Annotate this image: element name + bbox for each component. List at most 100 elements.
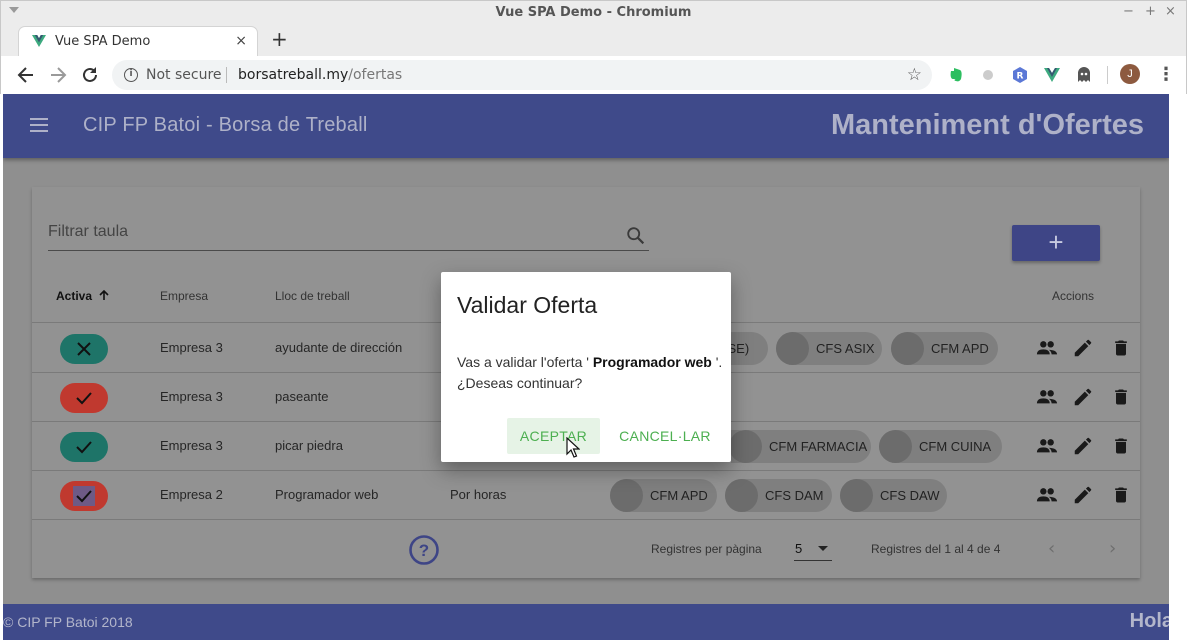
cicle-chip-label: CFS ASIX [816,341,875,356]
window-titlebar: Vue SPA Demo - Chromium − + × [0,0,1187,24]
active-toggle[interactable] [60,432,108,462]
next-page-icon[interactable]: › [1109,538,1116,559]
browser-toolbar: i Not secure borsatreball.my/ofertas ☆ R [0,56,1187,94]
profile-avatar[interactable]: J [1120,64,1140,84]
active-toggle[interactable] [60,383,108,413]
lloc-cell: Programador web [275,487,379,502]
students-icon[interactable] [1035,386,1059,408]
prev-page-icon[interactable]: ‹ [1048,538,1055,559]
mouse-cursor-icon [566,437,580,458]
close-window-button[interactable]: × [1165,4,1176,19]
forward-arrow-icon[interactable] [47,64,69,86]
dropdown-caret-icon [818,546,828,551]
cancel-button[interactable]: CANCEL·LAR [617,418,713,454]
security-status: Not secure [146,67,222,83]
url-host: borsatreball.my [238,67,349,83]
empresa-cell: Empresa 3 [160,438,223,453]
maximize-button[interactable]: + [1145,4,1156,19]
back-arrow-icon[interactable] [15,64,37,86]
students-icon[interactable] [1035,337,1059,359]
help-icon[interactable]: ? [408,534,440,566]
page-title: Manteniment d'Ofertes [830,109,1144,141]
reload-icon[interactable] [79,64,101,86]
bookmark-star-icon[interactable]: ☆ [907,65,922,85]
column-accions: Accions [1052,289,1095,303]
dialog-title: Validar Oferta [457,292,598,318]
tab-vue-spa-demo[interactable]: Vue SPA Demo × [18,26,258,56]
copyright-text: © CIP FP Batoi 2018 [3,614,133,630]
edit-pencil-icon[interactable] [1072,435,1094,457]
toolbar-separator [1107,66,1108,84]
check-icon [76,392,92,405]
search-icon[interactable] [625,225,647,247]
dialog-offer-name: Programador web [592,354,712,370]
site-info-icon[interactable]: i [124,68,138,82]
column-lloc-treball[interactable]: Lloc de treball [275,289,350,303]
active-toggle[interactable] [60,334,108,364]
cicle-chip-label: CFM FARMACIA [769,439,868,454]
accept-button[interactable]: ACEPTAR [507,418,600,454]
ghost-extension-icon[interactable] [1075,66,1093,84]
table-row: Empresa 2 Programador web Por horas CFM … [32,471,1140,520]
contracte-cell: Por horas [450,487,507,502]
cicle-chip-label: CFS DAW [880,488,940,503]
rows-per-page-select[interactable]: 5 [794,535,832,561]
empresa-cell: Empresa 3 [160,389,223,404]
browser-menu-icon[interactable]: ⋮ [1157,64,1175,85]
sort-ascending-icon[interactable] [98,289,110,301]
filter-input[interactable] [48,223,608,241]
edit-pencil-icon[interactable] [1072,386,1094,408]
close-icon [77,342,91,356]
empresa-cell: Empresa 2 [160,487,223,502]
tab-strip: Vue SPA Demo × + [0,24,1187,56]
delete-trash-icon[interactable] [1111,484,1131,506]
cicle-chip-label: CFS DAM [765,488,824,503]
active-toggle[interactable] [60,481,108,511]
students-icon[interactable] [1035,435,1059,457]
address-bar[interactable]: i Not secure borsatreball.my/ofertas ☆ [112,60,932,90]
window-title: Vue SPA Demo - Chromium [495,5,692,20]
column-activa[interactable]: Activa [56,289,110,303]
cicle-chip-label: CFM APD [650,488,708,503]
edit-pencil-icon[interactable] [1072,337,1094,359]
svg-text:R: R [1017,72,1024,82]
address-separator [226,67,227,83]
minimize-button[interactable]: − [1123,4,1134,19]
check-icon [76,441,92,454]
evernote-extension-icon[interactable] [947,66,965,84]
hamburger-menu-icon[interactable] [30,118,48,132]
filter-field[interactable] [48,223,649,251]
vue-devtools-extension-icon[interactable] [1043,66,1061,84]
chip-avatar [725,479,758,512]
tab-title: Vue SPA Demo [55,34,151,49]
delete-trash-icon[interactable] [1111,337,1131,359]
column-activa-label: Activa [56,289,93,303]
rows-per-page-label: Registres per pàgina [651,542,762,556]
app-title: CIP FP Batoi - Borsa de Treball [83,114,368,136]
validate-offer-dialog: Validar Oferta Vas a validar l'oferta ' … [441,272,731,462]
add-offer-button[interactable]: + [1012,225,1100,261]
new-tab-button[interactable]: + [271,27,288,51]
lloc-cell: paseante [275,389,329,404]
url-path: /ofertas [348,67,403,83]
column-empresa[interactable]: Empresa [160,289,208,303]
delete-trash-icon[interactable] [1111,386,1131,408]
chip-avatar [729,430,762,463]
dialog-message-prefix: Vas a validar l'oferta ' [457,354,589,370]
chip-avatar [840,479,873,512]
chip-avatar [776,332,809,365]
cicle-chip: CFS DAM [725,479,832,512]
delete-trash-icon[interactable] [1111,435,1131,457]
extension-r-icon[interactable]: R [1011,66,1029,84]
students-icon[interactable] [1035,484,1059,506]
cicle-chip: CFM APD [610,479,717,512]
table-footer: ? Registres per pàgina 5 Registres del 1… [32,519,1140,578]
dialog-message: Vas a validar l'oferta ' Programador web… [457,352,723,394]
chip-avatar [879,430,912,463]
extension-dot-icon[interactable] [979,66,997,84]
app-header: CIP FP Batoi - Borsa de Treball Mantenim… [3,94,1169,158]
cicle-chip-label: CFM CUINA [919,439,992,454]
checkbox-checked-icon [73,486,95,506]
edit-pencil-icon[interactable] [1072,484,1094,506]
tab-close-icon[interactable]: × [235,33,247,49]
